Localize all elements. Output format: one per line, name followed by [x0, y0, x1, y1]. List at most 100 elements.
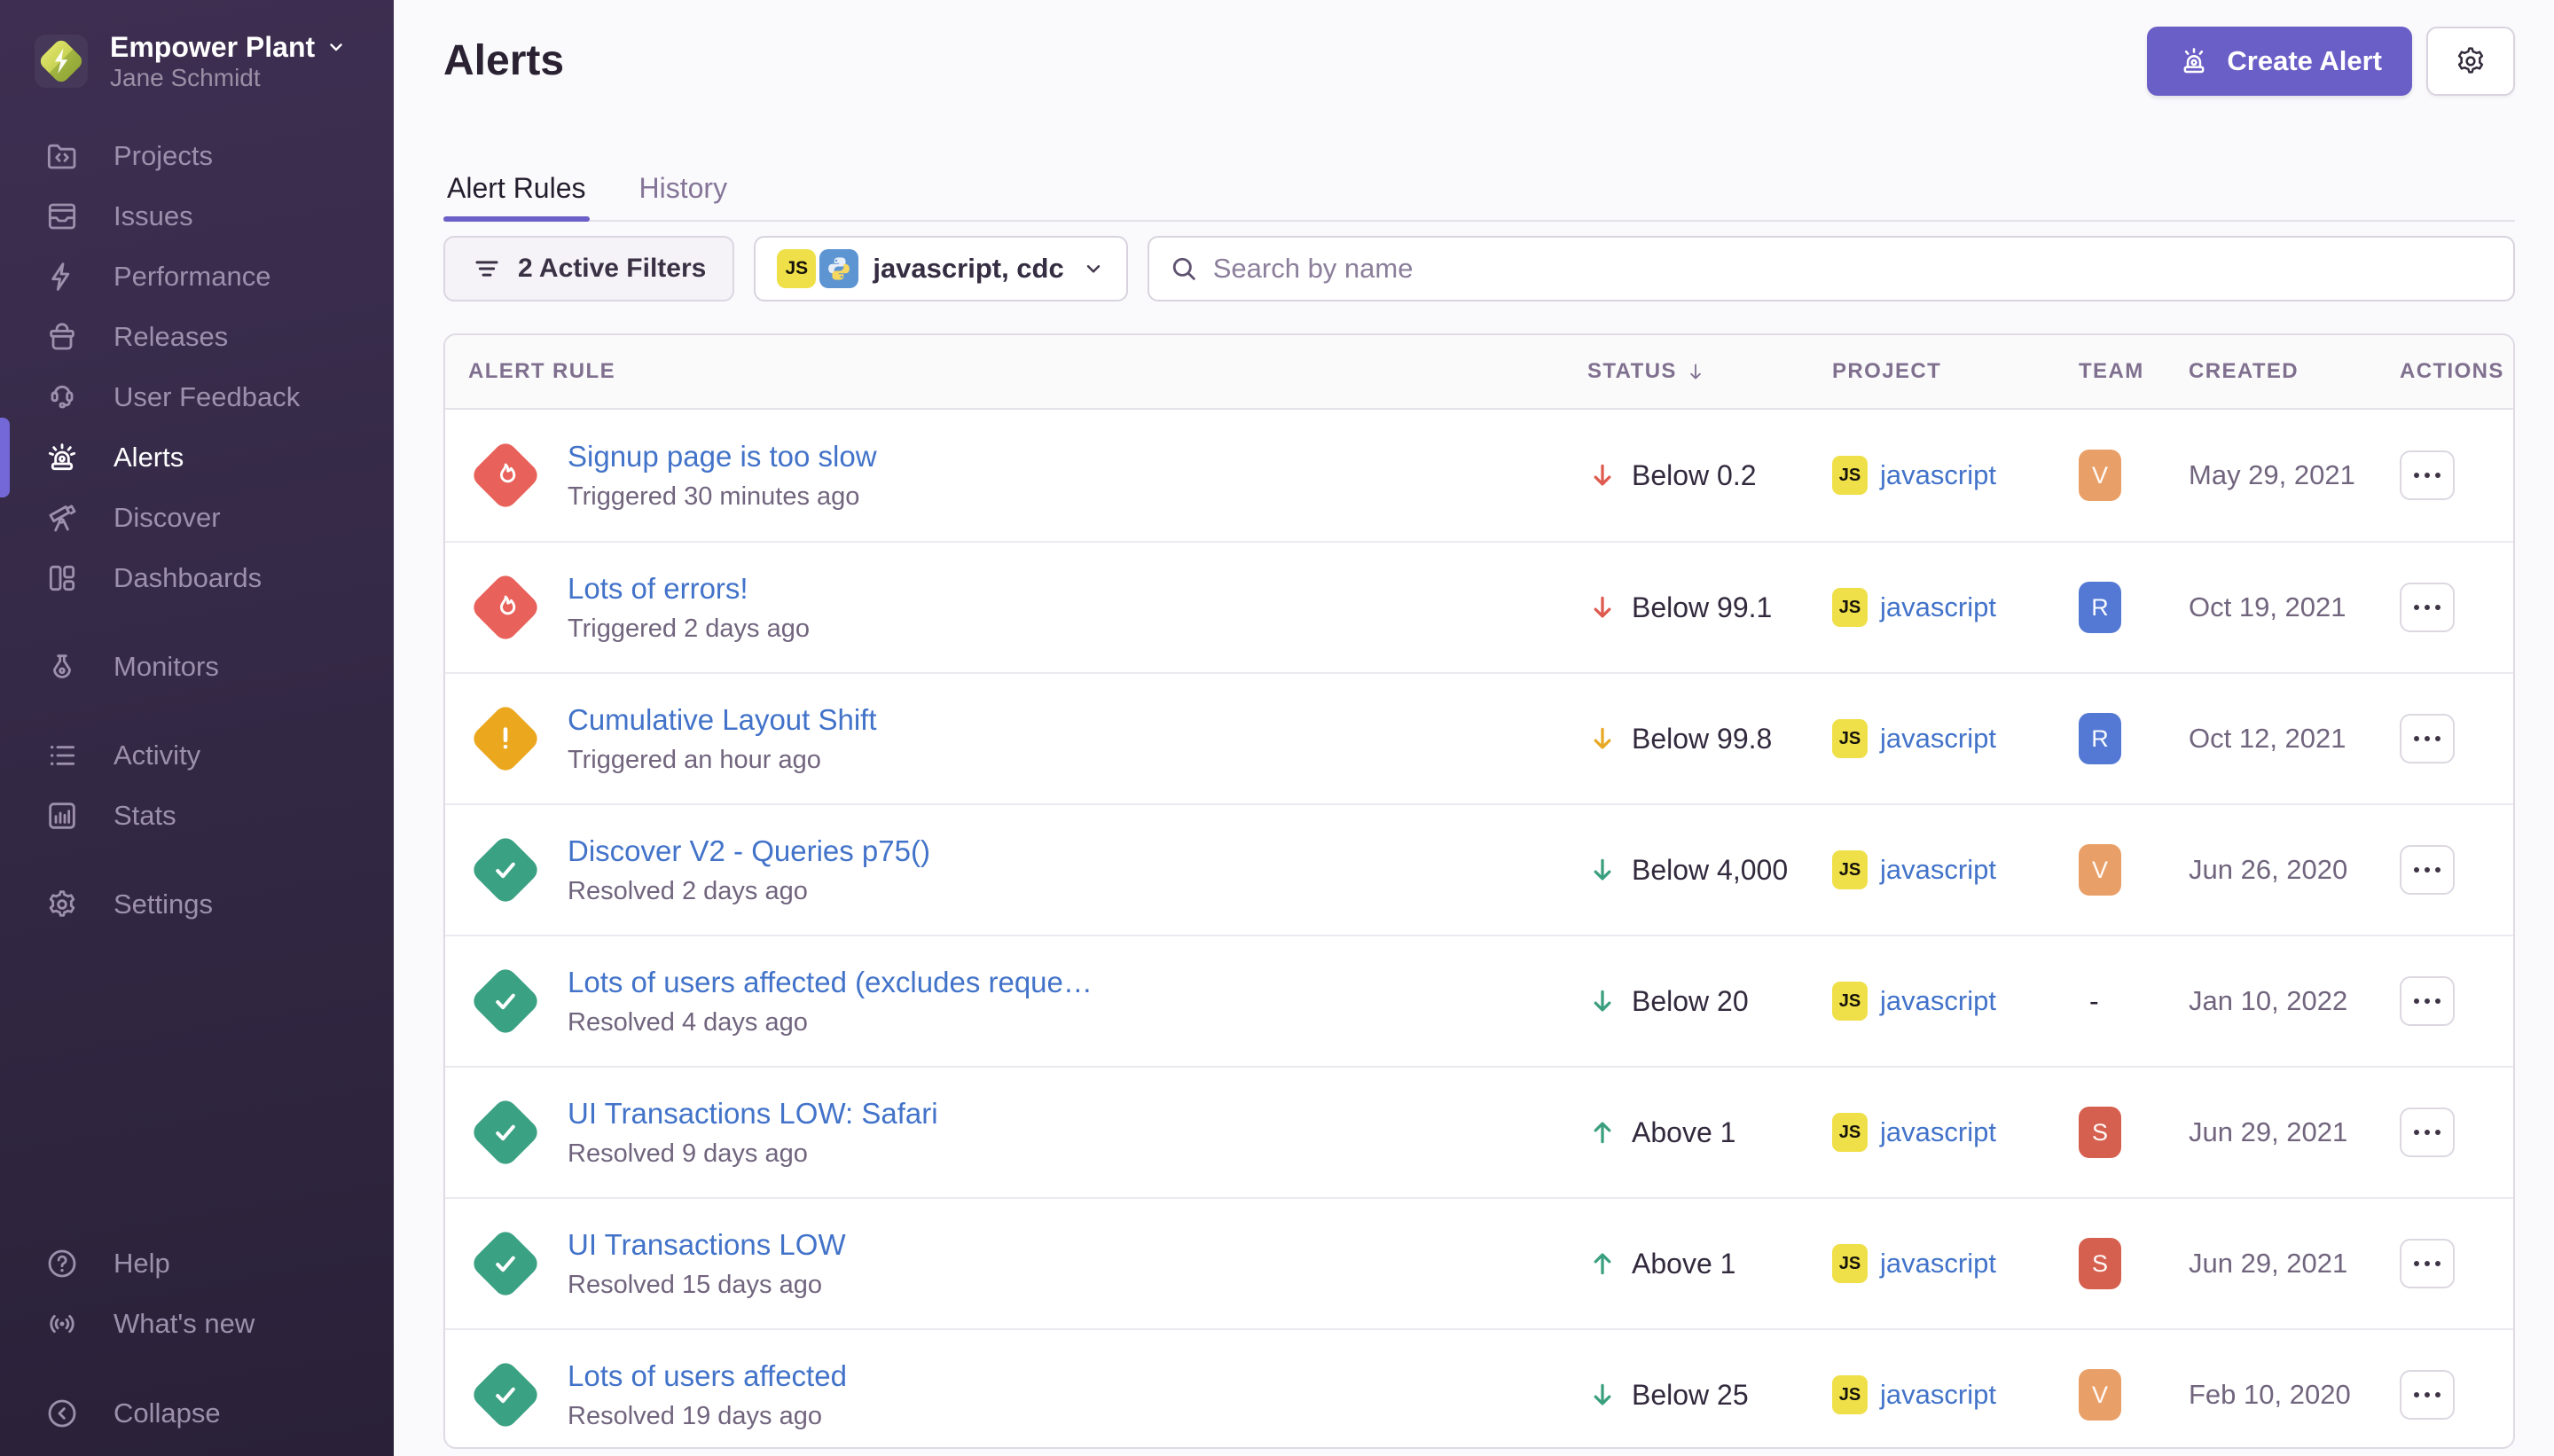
- tab-alert-rules[interactable]: Alert Rules: [443, 170, 590, 220]
- sidebar-item-performance[interactable]: Performance: [0, 247, 394, 307]
- javascript-icon: JS: [1832, 588, 1868, 627]
- check-icon: [487, 851, 524, 888]
- arrow-down-icon: [1587, 986, 1618, 1016]
- sidebar-item-monitors[interactable]: Monitors: [0, 637, 394, 697]
- row-actions-button[interactable]: [2400, 1108, 2455, 1157]
- project-link[interactable]: javascript: [1880, 1116, 1996, 1148]
- sidebar-item-label: Releases: [114, 321, 228, 353]
- rule-text: UI Transactions LOWResolved 15 days ago: [568, 1227, 846, 1300]
- flame-icon: [487, 457, 524, 494]
- alert-rule-subtitle: Resolved 19 days ago: [568, 1401, 847, 1431]
- column-header-actions[interactable]: ACTIONS: [2377, 359, 2513, 384]
- sidebar-item-help[interactable]: Help: [0, 1233, 394, 1294]
- sidebar-item-label: Discover: [114, 502, 221, 534]
- alert-rule-link[interactable]: Lots of errors!: [568, 571, 810, 607]
- filter-row: 2 Active Filters JS javascript, cdc: [443, 236, 2515, 301]
- alert-rule-cell: Lots of users affected (excludes reque…R…: [445, 964, 1577, 1038]
- alert-rule-link[interactable]: Lots of users affected: [568, 1358, 847, 1394]
- row-actions-button[interactable]: [2400, 1370, 2455, 1420]
- nav-section: ActivityStats: [0, 725, 394, 846]
- alert-rule-link[interactable]: Lots of users affected (excludes reque…: [568, 965, 1093, 1000]
- column-header-project[interactable]: PROJECT: [1818, 359, 2066, 384]
- row-actions-button[interactable]: [2400, 976, 2455, 1026]
- row-actions-button[interactable]: [2400, 714, 2455, 763]
- alert-rule-link[interactable]: Signup page is too slow: [568, 439, 877, 474]
- sidebar-item-label: Help: [114, 1248, 170, 1280]
- sidebar-item-what-s-new[interactable]: What's new: [0, 1294, 394, 1354]
- create-alert-label: Create Alert: [2227, 45, 2382, 77]
- alert-rule-cell: UI Transactions LOWResolved 15 days ago: [445, 1226, 1577, 1301]
- search-input[interactable]: [1213, 253, 2494, 285]
- active-filters-label: 2 Active Filters: [518, 254, 706, 284]
- sidebar-item-user-feedback[interactable]: User Feedback: [0, 367, 394, 427]
- page-title: Alerts: [443, 33, 564, 90]
- actions-cell: [2377, 450, 2513, 500]
- table-row: UI Transactions LOW: SafariResolved 9 da…: [445, 1066, 2513, 1197]
- alert-rule-cell: UI Transactions LOW: SafariResolved 9 da…: [445, 1095, 1577, 1170]
- alert-rule-link[interactable]: Discover V2 - Queries p75(): [568, 834, 930, 869]
- gear-icon: [2453, 43, 2488, 79]
- team-avatar: V: [2079, 844, 2121, 896]
- project-cell: JSjavascript: [1818, 1244, 2066, 1283]
- alert-rule-link[interactable]: UI Transactions LOW: [568, 1227, 846, 1263]
- sidebar-item-label: What's new: [114, 1308, 255, 1340]
- project-link[interactable]: javascript: [1880, 854, 1996, 886]
- sidebar-item-issues[interactable]: Issues: [0, 186, 394, 247]
- ellipsis-icon: [2414, 1130, 2419, 1135]
- project-link[interactable]: javascript: [1880, 591, 1996, 623]
- project-selector[interactable]: JS javascript, cdc: [754, 236, 1127, 301]
- monitors-icon: [44, 649, 80, 685]
- sidebar-item-label: User Feedback: [114, 381, 300, 413]
- create-alert-button[interactable]: Create Alert: [2147, 27, 2412, 96]
- alert-settings-button[interactable]: [2426, 27, 2515, 96]
- created-cell: Feb 10, 2020: [2173, 1379, 2377, 1411]
- org-switcher[interactable]: Empower Plant Jane Schmidt: [0, 0, 394, 92]
- sidebar-item-activity[interactable]: Activity: [0, 725, 394, 786]
- row-actions-button[interactable]: [2400, 583, 2455, 632]
- alert-rule-subtitle: Triggered an hour ago: [568, 745, 877, 775]
- projects-icon: [44, 138, 80, 174]
- project-link[interactable]: javascript: [1880, 1248, 1996, 1280]
- check-icon: [487, 1114, 524, 1151]
- created-cell: Jun 29, 2021: [2173, 1248, 2377, 1280]
- sidebar-item-settings[interactable]: Settings: [0, 874, 394, 935]
- team-avatar: R: [2079, 582, 2121, 633]
- javascript-icon: JS: [1832, 1113, 1868, 1152]
- column-header-alert-rule[interactable]: ALERT RULE: [445, 359, 1577, 384]
- sidebar-item-projects[interactable]: Projects: [0, 126, 394, 186]
- ellipsis-icon: [2414, 1392, 2419, 1397]
- severity-indicator: [468, 570, 543, 645]
- alert-rule-link[interactable]: UI Transactions LOW: Safari: [568, 1096, 938, 1131]
- row-actions-button[interactable]: [2400, 845, 2455, 895]
- sidebar-item-discover[interactable]: Discover: [0, 488, 394, 548]
- sidebar-item-releases[interactable]: Releases: [0, 307, 394, 367]
- alert-rule-link[interactable]: Cumulative Layout Shift: [568, 702, 877, 738]
- project-cell: JSjavascript: [1818, 850, 2066, 889]
- project-link[interactable]: javascript: [1880, 1379, 1996, 1411]
- project-link[interactable]: javascript: [1880, 985, 1996, 1017]
- sidebar-item-dashboards[interactable]: Dashboards: [0, 548, 394, 608]
- status-text: Below 20: [1632, 985, 1749, 1018]
- rule-text: Discover V2 - Queries p75()Resolved 2 da…: [568, 834, 930, 906]
- team-cell: V: [2066, 450, 2173, 501]
- actions-cell: [2377, 845, 2513, 895]
- project-link[interactable]: javascript: [1880, 459, 1996, 491]
- sidebar-footer: Help What's new Collapse: [0, 1233, 394, 1444]
- search-box: [1148, 236, 2515, 301]
- row-actions-button[interactable]: [2400, 1239, 2455, 1288]
- actions-cell: [2377, 1370, 2513, 1420]
- column-header-team[interactable]: TEAM: [2066, 359, 2173, 384]
- sidebar-item-collapse[interactable]: Collapse: [0, 1383, 394, 1444]
- nav-section: Settings: [0, 874, 394, 935]
- sidebar-item-stats[interactable]: Stats: [0, 786, 394, 846]
- severity-indicator: [468, 701, 543, 776]
- active-filters-button[interactable]: 2 Active Filters: [443, 236, 734, 301]
- row-actions-button[interactable]: [2400, 450, 2455, 500]
- tab-history[interactable]: History: [636, 170, 732, 220]
- created-cell: Jun 29, 2021: [2173, 1116, 2377, 1148]
- column-header-created[interactable]: CREATED: [2173, 359, 2377, 384]
- project-link[interactable]: javascript: [1880, 723, 1996, 755]
- table-row: Signup page is too slowTriggered 30 minu…: [445, 410, 2513, 541]
- column-header-status[interactable]: STATUS: [1577, 359, 1818, 384]
- sidebar-item-alerts[interactable]: Alerts: [0, 427, 394, 488]
